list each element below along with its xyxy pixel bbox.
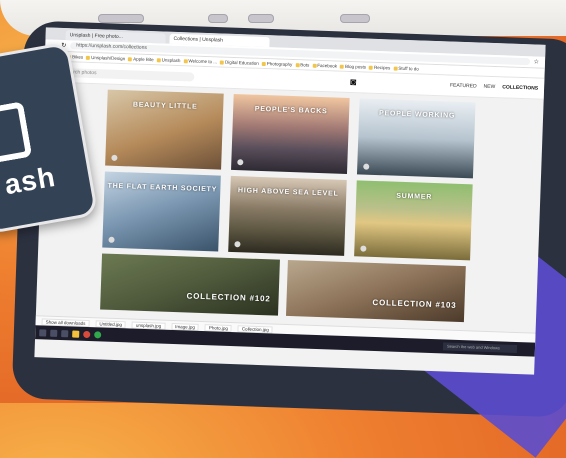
taskbar-app-icon[interactable]	[61, 329, 69, 337]
bookmark[interactable]: Blog posts	[340, 64, 366, 70]
collection-card[interactable]: HIGH ABOVE SEA LEVEL	[228, 175, 347, 256]
collection-curator	[363, 163, 370, 170]
bookmark[interactable]: Bots	[295, 62, 309, 68]
collection-title: PEOPLE WORKING	[378, 110, 456, 120]
bookmark[interactable]: Apple Bite	[128, 56, 154, 62]
bookmark[interactable]: Unsplash/Design	[86, 55, 125, 61]
logo-text: ash	[2, 160, 58, 201]
collection-card[interactable]: PEOPLE'S BACKS	[231, 93, 350, 174]
avatar	[234, 241, 241, 248]
tablet-screen: Unsplash | Free photo... Collections | U…	[34, 27, 546, 375]
nav-new[interactable]: NEW	[483, 84, 495, 90]
collection-card[interactable]: SUMMER	[354, 180, 473, 261]
spotify-icon[interactable]	[94, 330, 102, 338]
windows-start-icon[interactable]	[39, 328, 47, 337]
avatar	[111, 154, 118, 161]
collection-card[interactable]: PEOPLE WORKING	[356, 98, 476, 179]
avatar	[363, 163, 370, 170]
star-icon[interactable]: ☆	[533, 58, 539, 65]
camera-icon[interactable]: ◙	[350, 77, 356, 88]
collection-card[interactable]: THE FLAT EARTH SOCIETY	[102, 171, 221, 252]
bookmark[interactable]: Digital Education	[220, 59, 259, 66]
nav-featured[interactable]: FEATURED	[450, 83, 477, 90]
windows-search[interactable]: Search the web and Windows	[442, 342, 518, 354]
collection-title: COLLECTION #102	[186, 291, 271, 304]
taskbar-app-icon[interactable]	[50, 329, 58, 337]
collection-card[interactable]: BEAUTY LITTLE	[105, 89, 224, 170]
bookmark[interactable]: Photography	[261, 61, 292, 67]
unsplash-logo-icon	[0, 101, 33, 164]
chrome-icon[interactable]	[83, 330, 91, 338]
bookmark[interactable]: Recipes	[369, 65, 390, 70]
collection-card[interactable]: COLLECTION #102	[100, 253, 280, 316]
collection-title: SUMMER	[396, 192, 433, 201]
bookmark[interactable]: Stuff to do	[393, 66, 419, 71]
tablet-button	[98, 14, 144, 23]
bookmark[interactable]: Unsplash	[156, 57, 181, 63]
site-nav: FEATURED NEW COLLECTIONS	[450, 83, 538, 92]
avatar	[108, 236, 115, 243]
collection-curator	[237, 159, 244, 166]
collection-curator	[234, 241, 241, 248]
tablet-button	[248, 14, 274, 23]
collection-curator	[108, 236, 115, 243]
collection-card[interactable]: COLLECTION #103	[285, 259, 466, 323]
collection-title: COLLECTION #103	[372, 297, 457, 310]
collection-curator	[111, 154, 118, 161]
nav-collections[interactable]: COLLECTIONS	[502, 84, 538, 91]
bookmark[interactable]: Welcome to ...	[183, 58, 217, 64]
collection-title: HIGH ABOVE SEA LEVEL	[237, 187, 339, 198]
collection-title: THE FLAT EARTH SOCIETY	[107, 182, 218, 194]
folder-icon[interactable]	[72, 329, 80, 338]
collection-curator	[360, 245, 367, 252]
collection-title: PEOPLE'S BACKS	[254, 105, 328, 116]
avatar	[360, 245, 367, 252]
avatar	[237, 159, 244, 166]
tablet-button	[340, 14, 370, 23]
collection-title: BEAUTY LITTLE	[132, 101, 198, 111]
tablet-button	[208, 14, 228, 23]
bookmark[interactable]: Facebook	[312, 63, 337, 69]
